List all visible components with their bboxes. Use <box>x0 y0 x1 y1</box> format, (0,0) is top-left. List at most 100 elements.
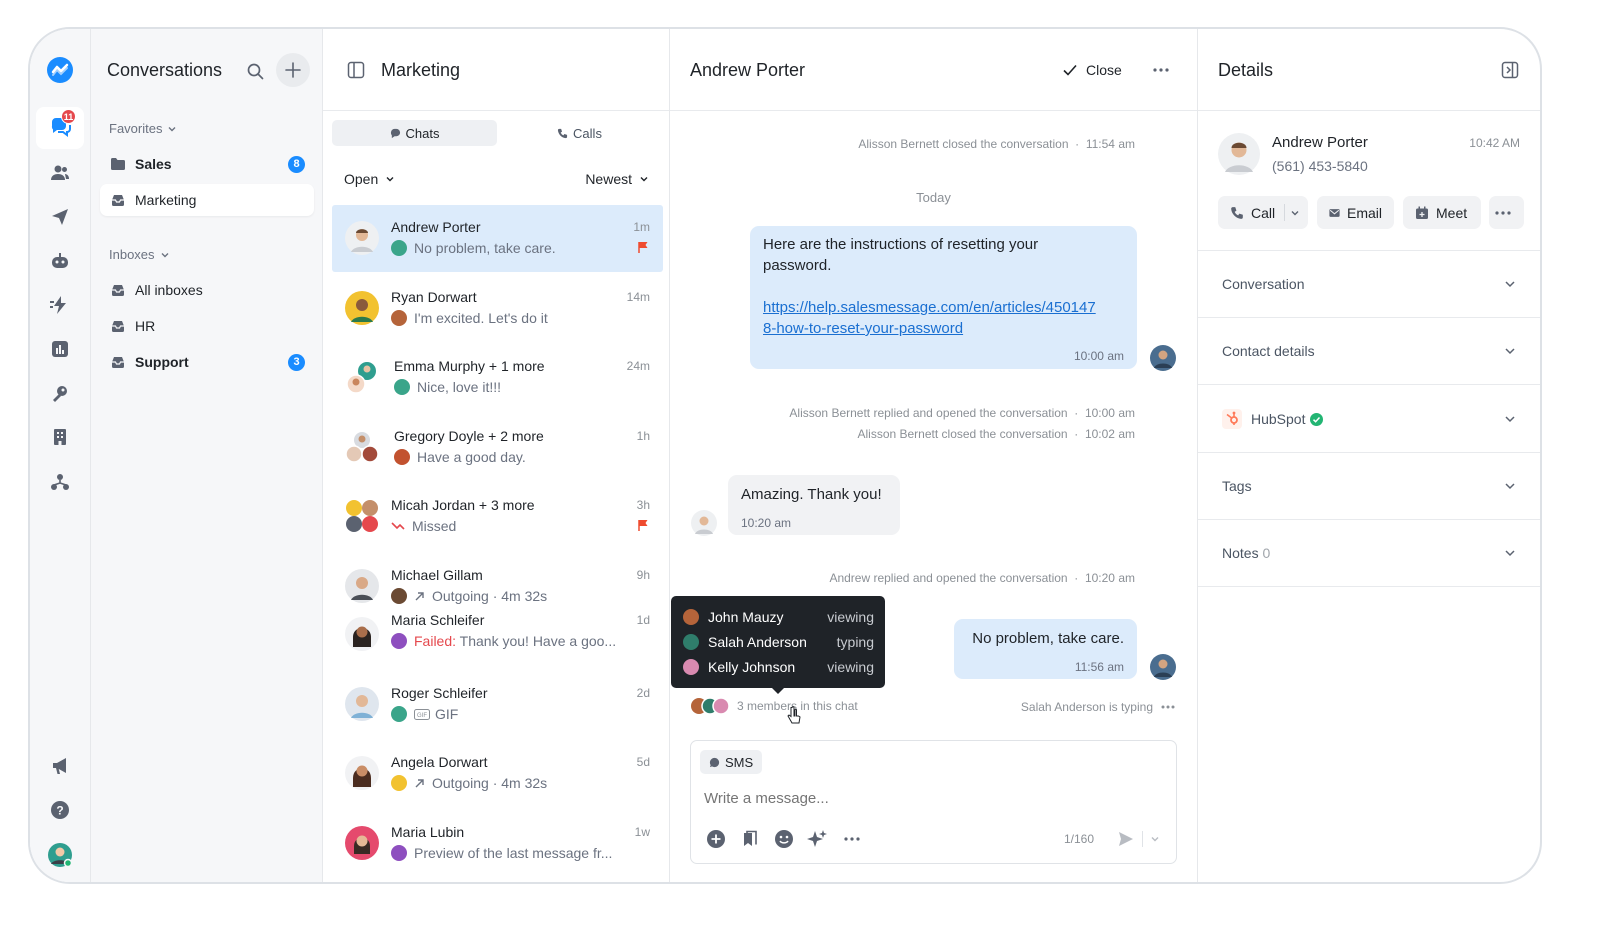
link-text-line-1: https://help.salesmessage.com/en/article… <box>763 299 1096 316</box>
conversation-item[interactable]: Emma Murphy + 1 more Nice, love it!!! 24… <box>332 344 663 411</box>
search-icon[interactable] <box>243 59 267 83</box>
channel-selector[interactable]: SMS <box>700 750 763 774</box>
favorites-section-toggle[interactable]: Favorites <box>109 121 177 136</box>
more-options-icon[interactable] <box>1150 61 1172 79</box>
nav-item-marketing[interactable]: Marketing <box>100 184 314 216</box>
section-hubspot[interactable]: HubSpot <box>1198 386 1540 453</box>
system-event: Andrew replied and opened the conversati… <box>829 571 1135 585</box>
agent-avatar <box>1150 345 1176 371</box>
inboxes-section-toggle[interactable]: Inboxes <box>109 247 170 262</box>
svg-text:?: ? <box>56 804 63 818</box>
reports-icon[interactable] <box>44 333 76 365</box>
notes-count: 0 <box>1262 545 1271 561</box>
nav-title: Conversations <box>107 60 223 80</box>
section-label: HubSpot <box>1251 411 1306 427</box>
status-filter-dropdown[interactable]: Open <box>344 171 395 187</box>
organization-icon[interactable] <box>44 421 76 453</box>
calendar-icon <box>1416 206 1428 219</box>
contact-avatar <box>345 291 379 325</box>
conversations-icon[interactable]: 11 <box>44 109 76 144</box>
contact-avatar <box>691 510 717 536</box>
email-icon <box>1329 208 1340 217</box>
section-notes[interactable]: Notes 0 <box>1198 520 1540 587</box>
message-input[interactable] <box>704 787 1164 809</box>
section-contact-details[interactable]: Contact details <box>1198 318 1540 385</box>
agent-avatar <box>391 845 407 861</box>
plus-icon <box>285 62 301 78</box>
link-text-line-2: 8-how-to-reset-your-password <box>763 320 964 337</box>
flows-icon[interactable] <box>44 289 76 321</box>
more-actions-icon[interactable] <box>841 828 863 850</box>
details-header: Details <box>1198 29 1540 111</box>
new-conversation-button[interactable] <box>276 53 310 87</box>
conversation-item[interactable]: Maria Schleifer Failed: Thank you! Have … <box>332 612 663 661</box>
user-avatar[interactable] <box>44 839 76 871</box>
nav-item-sales[interactable]: Sales 8 <box>100 148 314 180</box>
sort-dropdown[interactable]: Newest <box>585 171 649 187</box>
teams-icon[interactable] <box>44 466 76 498</box>
chat-panel: Andrew Porter Close Alisson Bernett clos… <box>670 29 1198 882</box>
help-icon[interactable]: ? <box>44 794 76 826</box>
ai-sparkle-icon[interactable] <box>806 828 828 850</box>
notification-badge: 11 <box>61 109 76 124</box>
agent-avatar <box>391 240 407 256</box>
section-conversation[interactable]: Conversation <box>1198 251 1540 318</box>
favorites-label: Favorites <box>109 121 163 136</box>
nav-item-label: HR <box>135 318 156 334</box>
conversation-item[interactable]: Gregory Doyle + 2 more Have a good day. … <box>332 414 663 481</box>
conversation-item[interactable]: Ryan Dorwart I'm excited. Let's do it 14… <box>332 275 663 342</box>
conversation-item[interactable]: Micah Jordan + 3 more Missed 3h <box>332 483 663 550</box>
conversation-item[interactable]: Michael Gillam Outgoing · 4m 32s 9h <box>332 553 663 620</box>
conversation-preview: No problem, take care. <box>414 240 556 256</box>
member-name: Kelly Johnson <box>708 659 796 675</box>
contacts-icon[interactable] <box>44 157 76 189</box>
conversation-item[interactable]: Maria Lubin Preview of the last message … <box>332 810 663 877</box>
member-row: Kelly Johnson viewing <box>683 657 874 677</box>
conversation-time: 5d <box>636 755 650 769</box>
nav-item-label: Support <box>135 354 189 370</box>
integrations-icon[interactable] <box>44 377 76 409</box>
agent-avatar <box>391 588 407 604</box>
sidebar-toggle-icon[interactable] <box>346 60 366 80</box>
nav-item-all-inboxes[interactable]: All inboxes <box>100 274 314 306</box>
member-status: viewing <box>827 659 874 675</box>
announcements-icon[interactable] <box>44 750 76 782</box>
section-label: Contact details <box>1222 343 1315 359</box>
agent-avatar <box>394 449 410 465</box>
tab-chats[interactable]: Chats <box>332 120 497 146</box>
section-tags[interactable]: Tags <box>1198 453 1540 520</box>
chat-members-indicator[interactable]: 3 members in this chat <box>690 697 858 715</box>
conversation-preview: GIF <box>435 706 459 722</box>
conversation-preview: Thank you! Have a goo... <box>456 633 617 649</box>
nav-item-support[interactable]: Support 3 <box>100 346 314 378</box>
emoji-icon[interactable] <box>773 828 795 850</box>
more-contact-actions-button[interactable] <box>1489 196 1524 229</box>
tab-calls[interactable]: Calls <box>497 120 662 146</box>
conversation-item[interactable]: Andrew Porter No problem, take care. 1m <box>332 205 663 272</box>
hubspot-icon <box>1222 409 1242 429</box>
meet-button[interactable]: Meet <box>1403 196 1481 229</box>
templates-icon[interactable] <box>739 828 761 850</box>
add-attachment-icon[interactable] <box>705 828 727 850</box>
send-icon[interactable] <box>1115 828 1137 850</box>
conversation-preview: Outgoing · 4m 32s <box>432 775 548 791</box>
conversation-item[interactable]: Angela Dorwart Outgoing · 4m 32s 5d <box>332 740 663 807</box>
send-options-chevron-icon[interactable] <box>1147 830 1163 848</box>
broadcasts-icon[interactable] <box>44 201 76 233</box>
chevron-down-icon <box>168 126 176 131</box>
more-icon <box>1495 210 1511 215</box>
app-logo-icon[interactable] <box>44 54 76 86</box>
email-button[interactable]: Email <box>1317 196 1394 229</box>
outgoing-message: Here are the instructions of resetting y… <box>750 226 1137 369</box>
help-article-link[interactable]: https://help.salesmessage.com/en/article… <box>763 297 1096 339</box>
mouse-cursor-icon <box>787 706 801 724</box>
list-tabs: Chats Calls <box>332 120 662 146</box>
conversation-item[interactable]: Roger Schleifer GIF GIF 2d <box>332 671 663 738</box>
close-conversation-button[interactable]: Close <box>1062 60 1122 80</box>
call-button[interactable]: Call <box>1218 196 1308 229</box>
automations-icon[interactable] <box>44 245 76 277</box>
collapse-panel-icon[interactable] <box>1500 60 1520 80</box>
event-time: 10:00 am <box>1084 406 1135 420</box>
outgoing-call-icon <box>415 591 424 600</box>
nav-item-hr[interactable]: HR <box>100 310 314 342</box>
